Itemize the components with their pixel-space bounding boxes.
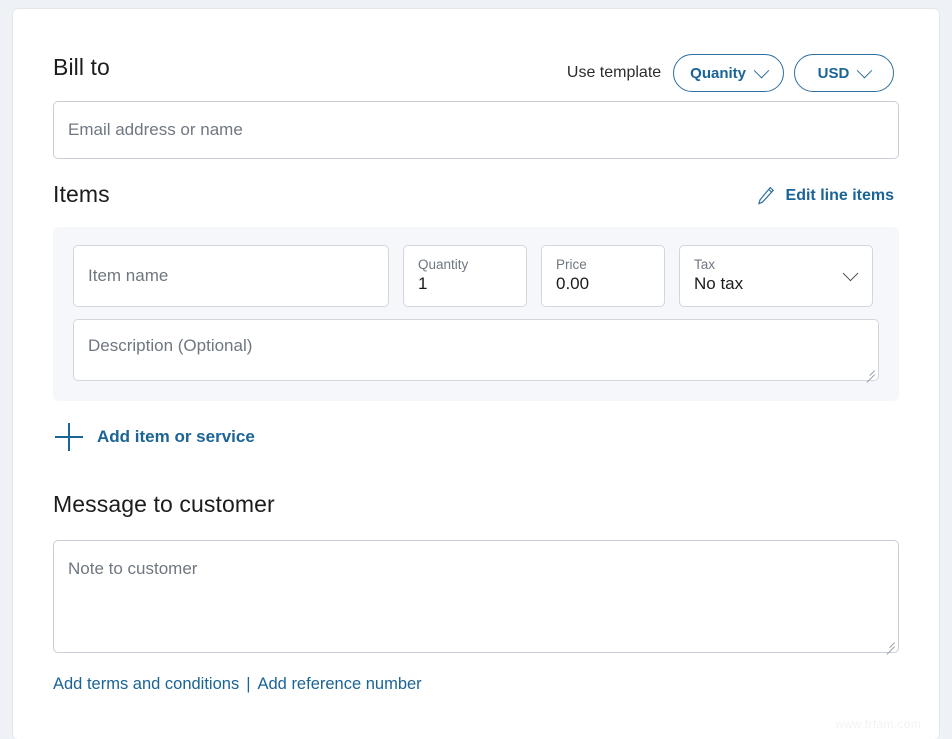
edit-line-items-label: Edit line items (786, 187, 894, 205)
price-value: 0.00 (556, 273, 650, 295)
item-name-placeholder: Item name (88, 266, 374, 286)
invoice-form-card: Bill to Use template Quanity USD Email a… (12, 8, 940, 739)
resize-handle-icon[interactable] (862, 364, 875, 377)
scrollbar[interactable] (940, 0, 952, 739)
item-name-input[interactable]: Item name (73, 245, 389, 307)
currency-select-value: USD (818, 65, 850, 82)
items-header-row: Items Edit line items (53, 159, 899, 227)
resize-handle-icon[interactable] (882, 636, 895, 649)
chevron-down-icon (857, 62, 873, 78)
add-terms-and-conditions-link[interactable]: Add terms and conditions (53, 675, 239, 694)
quantity-label: Quantity (418, 257, 512, 273)
items-title: Items (53, 181, 110, 208)
template-controls: Use template Quanity USD (567, 54, 894, 92)
watermark: www.frfam.com (835, 717, 921, 731)
note-to-customer-placeholder: Note to customer (68, 559, 197, 578)
quantity-input[interactable]: Quantity 1 (403, 245, 527, 307)
page-background: Bill to Use template Quanity USD Email a… (0, 0, 952, 739)
message-to-customer-title: Message to customer (53, 491, 899, 518)
edit-line-items-button[interactable]: Edit line items (756, 185, 894, 207)
bill-to-email-placeholder: Email address or name (68, 120, 243, 140)
tax-label: Tax (694, 257, 858, 273)
footer-links: Add terms and conditions | Add reference… (53, 675, 899, 694)
template-select-value: Quanity (690, 65, 746, 82)
add-item-or-service-button[interactable]: Add item or service (55, 423, 255, 451)
tax-value: No tax (694, 273, 858, 295)
plus-icon (55, 423, 83, 451)
chevron-down-icon (754, 62, 770, 78)
line-item-row: Item name Quantity 1 Price 0.00 Tax No t… (73, 245, 879, 307)
form-content: Bill to Use template Quanity USD Email a… (53, 9, 899, 694)
description-textarea[interactable]: Description (Optional) (73, 319, 879, 381)
price-label: Price (556, 257, 650, 273)
bill-to-header-row: Bill to Use template Quanity USD (53, 9, 899, 101)
pencil-icon (756, 185, 776, 207)
use-template-label: Use template (567, 64, 661, 82)
footer-separator: | (246, 675, 250, 694)
note-to-customer-textarea[interactable]: Note to customer (53, 540, 899, 653)
quantity-value: 1 (418, 273, 512, 295)
currency-select[interactable]: USD (794, 54, 894, 92)
template-select[interactable]: Quanity (673, 54, 784, 92)
bill-to-email-input[interactable]: Email address or name (53, 101, 899, 159)
bill-to-title: Bill to (53, 54, 110, 81)
tax-select[interactable]: Tax No tax (679, 245, 873, 307)
description-placeholder: Description (Optional) (88, 336, 252, 355)
add-item-or-service-label: Add item or service (97, 427, 255, 447)
add-reference-number-link[interactable]: Add reference number (258, 675, 422, 694)
price-input[interactable]: Price 0.00 (541, 245, 665, 307)
line-items-panel: Item name Quantity 1 Price 0.00 Tax No t… (53, 227, 899, 401)
